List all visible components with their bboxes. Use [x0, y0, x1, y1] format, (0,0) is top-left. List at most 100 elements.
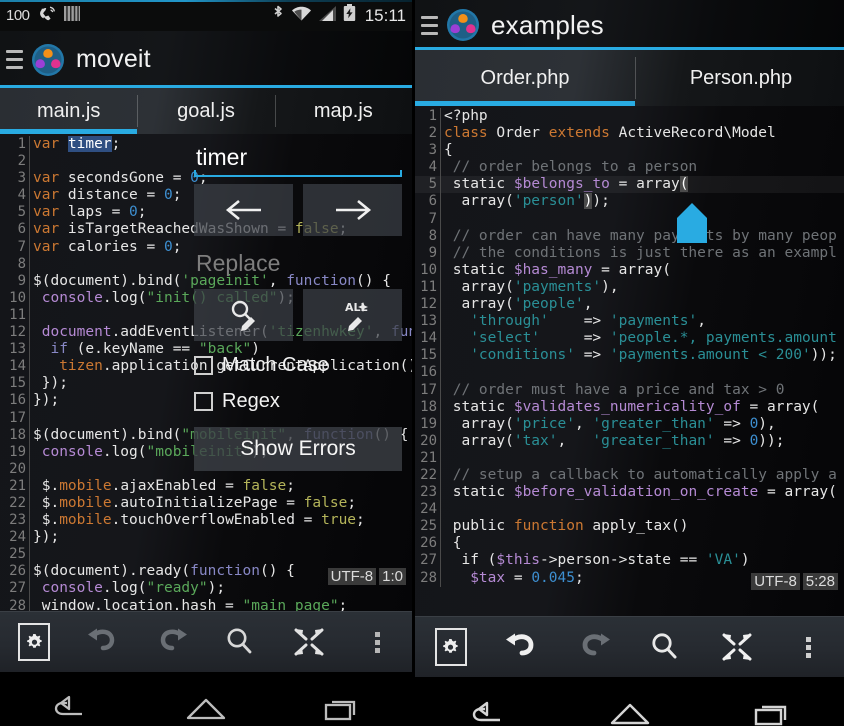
line-number: 6: [415, 193, 441, 211]
nav-back-button[interactable]: [0, 694, 137, 724]
line-number: 25: [0, 546, 30, 564]
settings-button[interactable]: [0, 623, 69, 661]
code-line: 24});: [0, 529, 412, 547]
search-button[interactable]: [206, 625, 275, 659]
tab-map-js[interactable]: map.js: [274, 88, 412, 134]
right-status-chip: UTF-8 5:28: [751, 573, 838, 590]
code-line: 27 if ($this->person->state == 'VA'): [415, 552, 844, 570]
right-editor-toolbar: [415, 616, 844, 677]
code-line: 3{: [415, 142, 844, 160]
replace-field-wrapper: [194, 248, 402, 281]
replace-one-button[interactable]: [194, 289, 293, 341]
hamburger-icon[interactable]: [421, 15, 438, 35]
right-code-editor[interactable]: 1 <?php 2 class Order extends ActiveRecord…: [415, 106, 844, 616]
battery-percent-label: 100: [6, 7, 30, 24]
code-line: 8 // order can have many payments by man…: [415, 227, 844, 245]
fullscreen-button[interactable]: [275, 626, 344, 658]
line-number: 14: [415, 330, 441, 348]
line-number: 23: [415, 484, 441, 502]
show-errors-button[interactable]: Show Errors: [194, 427, 402, 471]
replace-input[interactable]: [194, 248, 402, 281]
tab-goal-js[interactable]: goal.js: [137, 88, 274, 134]
code-line: 16: [415, 364, 844, 382]
code-line: 15 'conditions' => 'payments.amount < 20…: [415, 347, 844, 365]
back-icon: [54, 695, 82, 715]
battery-charging-icon: [343, 4, 356, 27]
search-input[interactable]: [194, 142, 402, 175]
tab-order-php[interactable]: Order.php: [415, 50, 635, 106]
nav-back-button[interactable]: [415, 699, 558, 726]
fullscreen-button[interactable]: [701, 631, 773, 663]
find-next-button[interactable]: [303, 184, 402, 236]
code-line: 18 static $validates_numericality_of = a…: [415, 398, 844, 416]
line-number: 18: [0, 426, 30, 444]
clock-label: 15:11: [364, 5, 406, 25]
code-line: 9 // the conditions is just there as an …: [415, 244, 844, 262]
code-line: 25: [0, 546, 412, 564]
cursor-position-label: 5:28: [802, 573, 838, 590]
more-vert-icon: [375, 629, 381, 656]
search-button[interactable]: [630, 630, 702, 664]
line-number: 22: [0, 494, 30, 513]
line-number: 4: [415, 159, 441, 177]
code-line: 12 array('people',: [415, 296, 844, 314]
match-case-row[interactable]: Match Case: [194, 354, 402, 377]
code-line: 7: [415, 210, 844, 228]
code-line: 5 static $belongs_to = array(: [415, 176, 844, 194]
line-number: 27: [0, 580, 30, 598]
match-case-label: Match Case: [222, 354, 329, 376]
find-replace-panel: ALL Match Case Regex Show Errors: [184, 134, 412, 481]
nav-recents-button[interactable]: [275, 694, 412, 724]
nav-home-button[interactable]: [558, 699, 701, 726]
code-line: 10 static $has_many = array(: [415, 261, 844, 279]
code-line: 4 // order belongs to a person: [415, 159, 844, 177]
tab-main-js[interactable]: main.js: [0, 88, 137, 134]
line-number: 10: [0, 289, 30, 307]
search-field-wrapper: [194, 142, 402, 177]
undo-button[interactable]: [69, 625, 138, 659]
redo-button[interactable]: [137, 625, 206, 659]
fullscreen-icon: [294, 628, 324, 656]
code-line: 24: [415, 501, 844, 519]
left-code-editor[interactable]: 1 var timer; 2 3 var secondsGone = 0; 4 var…: [0, 134, 412, 611]
code-line: 22 $.mobile.autoInitializePage = false;: [0, 494, 412, 513]
line-number: 17: [415, 381, 441, 399]
line-number: 18: [415, 398, 441, 416]
left-tab-bar: main.js goal.js map.js: [0, 88, 412, 134]
nav-recents-button[interactable]: [701, 699, 844, 726]
find-previous-button[interactable]: [194, 184, 293, 236]
line-number: 3: [415, 142, 441, 160]
overflow-button[interactable]: [773, 634, 844, 661]
line-number: 21: [415, 449, 441, 467]
line-number: 27: [415, 552, 441, 570]
line-number: 5: [415, 176, 441, 194]
line-number: 15: [415, 347, 441, 365]
home-icon: [186, 698, 226, 719]
line-number: 5: [0, 204, 30, 222]
code-line: 28 window.location.hash = "main_page";: [0, 597, 412, 611]
sim-icon: [63, 5, 80, 27]
redo-button[interactable]: [558, 630, 630, 664]
line-number: 28: [415, 569, 441, 587]
replace-all-icon: ALL: [345, 301, 368, 331]
nav-home-button[interactable]: [137, 694, 274, 724]
regex-checkbox[interactable]: [194, 392, 213, 411]
line-number: 17: [0, 409, 30, 427]
dual-screenshot: 100 15:11 moveit main.js goal.js map.js …: [0, 0, 844, 726]
tab-person-php[interactable]: Person.php: [635, 50, 844, 106]
overflow-button[interactable]: [343, 629, 412, 656]
line-number: 24: [415, 501, 441, 519]
hamburger-icon[interactable]: [6, 50, 23, 69]
match-case-checkbox[interactable]: [194, 356, 213, 375]
recents-icon: [754, 705, 786, 725]
settings-button[interactable]: [415, 628, 487, 666]
find-nav-row: [194, 184, 402, 236]
text-cursor-handle-icon[interactable]: [673, 201, 711, 245]
regex-row[interactable]: Regex: [194, 390, 402, 413]
undo-button[interactable]: [487, 630, 559, 664]
line-number: 23: [0, 512, 30, 530]
line-number: 14: [0, 358, 30, 376]
replace-all-button[interactable]: ALL: [303, 289, 402, 341]
search-icon: [652, 633, 677, 659]
line-number: 3: [0, 170, 30, 188]
